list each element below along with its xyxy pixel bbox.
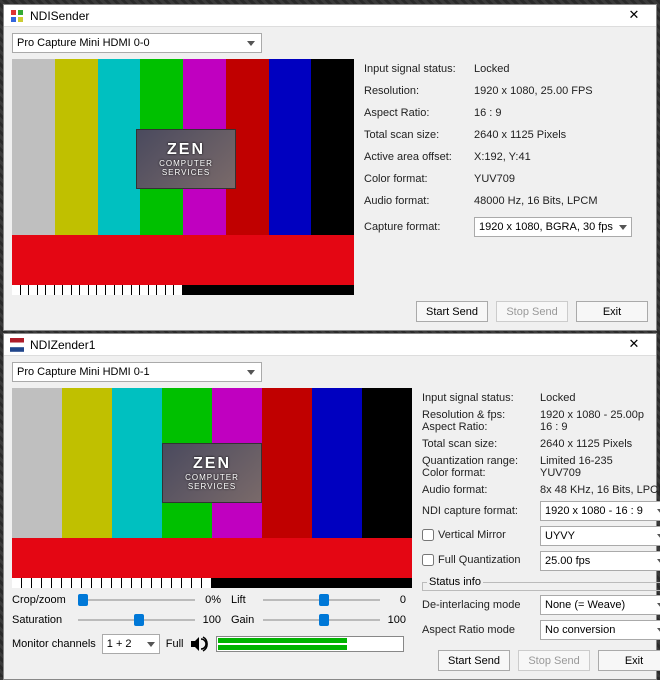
monitor-full-label: Full bbox=[166, 638, 184, 650]
lift-value: 0 bbox=[384, 594, 412, 606]
app-icon bbox=[10, 9, 24, 23]
window-title: NDISender bbox=[30, 9, 618, 23]
status-label: Input signal status: bbox=[422, 392, 540, 404]
capturefmt-label: Capture format: bbox=[364, 221, 474, 233]
zen-logo: ZENCOMPUTERSERVICES bbox=[162, 443, 262, 503]
scan-value: 2640 x 1125 Pixels bbox=[540, 438, 660, 450]
device-select-value: Pro Capture Mini HDMI 0-1 bbox=[17, 366, 150, 378]
vertical-mirror-checkbox[interactable]: Vertical Mirror bbox=[422, 529, 506, 541]
armode-label: Aspect Ratio mode bbox=[422, 624, 540, 636]
audiofmt-label: Audio format: bbox=[364, 195, 474, 207]
window-title: NDIZender1 bbox=[30, 338, 618, 352]
stop-send-button[interactable]: Stop Send bbox=[496, 301, 568, 322]
ndi-label: NDI capture format: bbox=[422, 505, 540, 517]
scan-label: Total scan size: bbox=[422, 438, 540, 450]
titlebar[interactable]: NDIZender1 ✕ bbox=[4, 334, 656, 356]
audiofmt-value: 8x 48 KHz, 16 Bits, LPCM bbox=[540, 484, 660, 496]
colorfmt-value: YUV709 bbox=[540, 467, 660, 479]
aspect-value: 16 : 9 bbox=[540, 421, 660, 433]
pixel-format-select[interactable]: UYVY bbox=[540, 526, 660, 546]
start-send-button[interactable]: Start Send bbox=[416, 301, 488, 322]
video-preview: ZEN COMPUTER SERVICES bbox=[12, 59, 354, 295]
exit-button[interactable]: Exit bbox=[598, 650, 660, 671]
gain-label: Gain bbox=[231, 614, 259, 626]
capture-format-select[interactable]: 1920 x 1080, BGRA, 30 fps bbox=[474, 217, 632, 237]
close-icon[interactable]: ✕ bbox=[618, 335, 650, 355]
window-ndisender: NDISender ✕ Pro Capture Mini HDMI 0-0 ZE… bbox=[3, 4, 657, 331]
device-select[interactable]: Pro Capture Mini HDMI 0-0 bbox=[12, 33, 262, 53]
device-select-value: Pro Capture Mini HDMI 0-0 bbox=[17, 37, 150, 49]
status-value: Locked bbox=[540, 392, 660, 404]
audiofmt-label: Audio format: bbox=[422, 484, 540, 496]
colorfmt-label: Color format: bbox=[422, 467, 540, 479]
signal-info: Input signal status:Locked Resolution & … bbox=[422, 388, 660, 671]
lift-slider[interactable] bbox=[263, 592, 380, 608]
monitor-label: Monitor channels bbox=[12, 638, 96, 650]
aspect-value: 16 : 9 bbox=[474, 107, 648, 119]
client-area: Pro Capture Mini HDMI 0-0 ZEN COMPUTER S… bbox=[4, 27, 656, 330]
quant-label: Quantization range: bbox=[422, 455, 540, 467]
device-select[interactable]: Pro Capture Mini HDMI 0-1 bbox=[12, 362, 262, 382]
button-row: Start Send Stop Send Exit bbox=[422, 650, 660, 671]
client-area: Pro Capture Mini HDMI 0-1 ZENCOMPUTERSER… bbox=[4, 356, 656, 679]
signal-info: Input signal status:Locked Resolution:19… bbox=[364, 59, 648, 295]
deinterlacing-select[interactable]: None (= Weave) bbox=[540, 595, 660, 615]
aspect-ratio-mode-select[interactable]: No conversion bbox=[540, 620, 660, 640]
deint-label: De-interlacing mode bbox=[422, 599, 540, 611]
offset-label: Active area offset: bbox=[364, 151, 474, 163]
crop-value: 0% bbox=[199, 594, 227, 606]
vu-meter bbox=[216, 636, 404, 652]
saturation-slider[interactable] bbox=[78, 612, 195, 628]
resfps-value: 1920 x 1080 - 25.00p bbox=[540, 409, 660, 421]
close-icon[interactable]: ✕ bbox=[618, 6, 650, 26]
aspect-label: Aspect Ratio: bbox=[364, 107, 474, 119]
status-value: Locked bbox=[474, 63, 648, 75]
gain-value: 100 bbox=[384, 614, 412, 626]
offset-value: X:192, Y:41 bbox=[474, 151, 648, 163]
audiofmt-value: 48000 Hz, 16 Bits, LPCM bbox=[474, 195, 648, 207]
saturation-value: 100 bbox=[199, 614, 227, 626]
exit-button[interactable]: Exit bbox=[576, 301, 648, 322]
start-send-button[interactable]: Start Send bbox=[438, 650, 510, 671]
resfps-label: Resolution & fps: bbox=[422, 409, 540, 421]
resolution-value: 1920 x 1080, 25.00 FPS bbox=[474, 85, 648, 97]
video-preview: ZENCOMPUTERSERVICES bbox=[12, 388, 412, 588]
scan-value: 2640 x 1125 Pixels bbox=[474, 129, 648, 141]
colorfmt-label: Color format: bbox=[364, 173, 474, 185]
saturation-label: Saturation bbox=[12, 614, 74, 626]
stop-send-button[interactable]: Stop Send bbox=[518, 650, 590, 671]
ndi-format-select[interactable]: 1920 x 1080 - 16 : 9 bbox=[540, 501, 660, 521]
status-label: Input signal status: bbox=[364, 63, 474, 75]
crop-slider[interactable] bbox=[78, 592, 195, 608]
zen-logo: ZEN COMPUTER SERVICES bbox=[136, 129, 236, 189]
titlebar[interactable]: NDISender ✕ bbox=[4, 5, 656, 27]
button-row: Start Send Stop Send Exit bbox=[12, 301, 648, 322]
speaker-icon[interactable] bbox=[190, 636, 210, 652]
fps-select[interactable]: 25.00 fps bbox=[540, 551, 660, 571]
full-quant-checkbox[interactable]: Full Quantization bbox=[422, 554, 521, 566]
lift-label: Lift bbox=[231, 594, 259, 606]
colorfmt-value: YUV709 bbox=[474, 173, 648, 185]
scan-label: Total scan size: bbox=[364, 129, 474, 141]
status-info-group: Status info bbox=[422, 576, 660, 591]
monitor-channels-select[interactable]: 1 + 2 bbox=[102, 634, 160, 654]
gain-slider[interactable] bbox=[263, 612, 380, 628]
crop-label: Crop/zoom bbox=[12, 594, 74, 606]
app-icon bbox=[10, 338, 24, 352]
window-ndizender: NDIZender1 ✕ Pro Capture Mini HDMI 0-1 Z… bbox=[3, 333, 657, 680]
resolution-label: Resolution: bbox=[364, 85, 474, 97]
quant-value: Limited 16-235 bbox=[540, 455, 660, 467]
aspect-label: Aspect Ratio: bbox=[422, 421, 540, 433]
